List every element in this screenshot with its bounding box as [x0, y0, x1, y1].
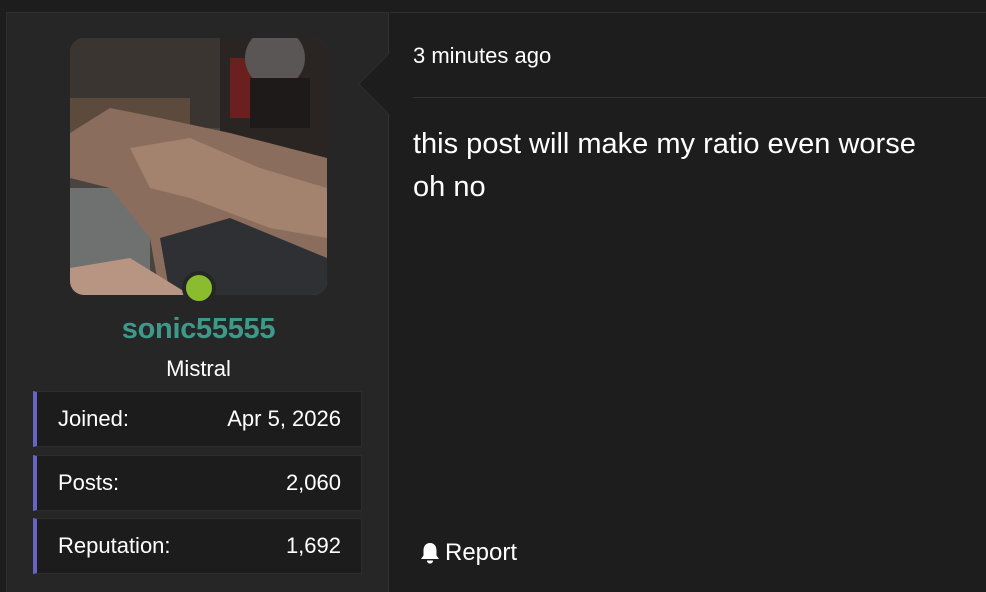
online-status-indicator	[182, 271, 216, 305]
stat-joined: Joined: Apr 5, 2026	[33, 391, 362, 447]
report-label: Report	[445, 539, 518, 566]
bell-icon	[421, 543, 439, 564]
stat-value: Apr 5, 2026	[227, 406, 341, 431]
user-title: Mistral	[166, 356, 231, 381]
avatar-container	[70, 38, 327, 305]
stat-label: Posts:	[58, 470, 120, 495]
stat-reputation: Reputation: 1,692	[33, 518, 362, 574]
stat-label: Reputation:	[58, 533, 171, 558]
post-timestamp[interactable]: 3 minutes ago	[413, 43, 551, 69]
post-text-line: oh no	[413, 171, 486, 203]
forum-post: sonic55555 Mistral Joined: Apr 5, 2026 P…	[0, 0, 986, 592]
post-content-area: 3 minutes ago this post will make my rat…	[390, 12, 986, 592]
post-body: this post will make my ratio even worse …	[413, 123, 973, 209]
stat-value: 2,060	[285, 470, 341, 495]
report-button[interactable]: Report	[419, 539, 517, 567]
post-header-divider	[413, 97, 986, 98]
username-link[interactable]: sonic55555	[7, 313, 390, 346]
stat-label: Joined:	[58, 406, 129, 431]
avatar[interactable]	[70, 38, 327, 295]
post-text-line: this post will make my ratio even worse	[413, 128, 916, 160]
stat-value: 1,692	[285, 533, 341, 558]
stat-posts: Posts: 2,060	[33, 455, 362, 511]
user-sidebar: sonic55555 Mistral Joined: Apr 5, 2026 P…	[6, 12, 389, 592]
avatar-image	[70, 38, 327, 295]
